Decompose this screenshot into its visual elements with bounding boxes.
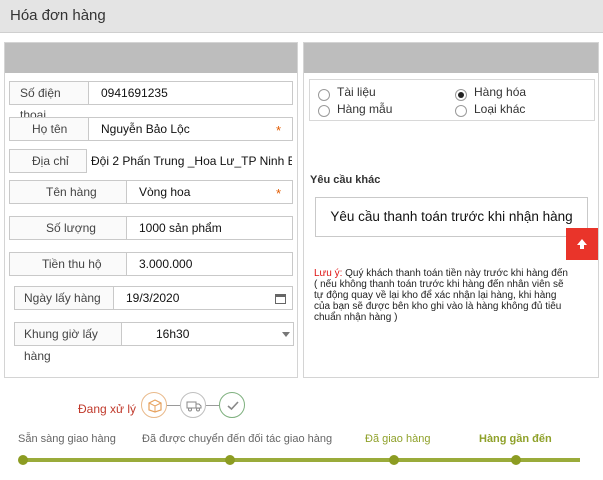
cod-label: Tiền thu hộ: [9, 252, 127, 276]
timeline-label: Sẵn sàng giao hàng: [18, 433, 116, 445]
fullname-field[interactable]: Nguyễn Bảo Lộc: [88, 117, 293, 141]
radio-label-hang-hoa: Hàng hóa: [474, 85, 527, 99]
radio-label-loai-khac: Loại khác: [474, 102, 526, 116]
pickup-date-label: Ngày lấy hàng: [14, 286, 114, 310]
timeline-dot: [225, 455, 235, 465]
phone-label: Số điện thoại: [9, 81, 89, 122]
product-field[interactable]: Vòng hoa: [126, 180, 293, 204]
pickup-time-label: Khung giờ lấy hàng: [14, 322, 122, 363]
pickup-time-select[interactable]: 16h30: [121, 322, 294, 346]
radio-hang-mau[interactable]: [318, 105, 330, 117]
radio-label-tai-lieu: Tài liệu: [337, 85, 376, 99]
other-requests-field[interactable]: Yêu cầu thanh toán trước khi nhận hàng: [315, 197, 588, 237]
chevron-down-icon[interactable]: [282, 332, 290, 337]
status-label: Đang xử lý: [78, 402, 137, 416]
timeline-label-current: Hàng gần đến: [479, 433, 552, 445]
note-prefix: Lưu ý:: [314, 268, 343, 279]
status-connector: [167, 405, 180, 406]
other-requests-label: Yêu cầu khác: [310, 174, 381, 186]
calendar-icon[interactable]: [275, 294, 286, 304]
radio-hang-hoa[interactable]: [455, 89, 467, 101]
radio-loai-khac[interactable]: [455, 105, 467, 117]
product-label: Tên hàng: [9, 180, 127, 204]
scroll-to-top-button[interactable]: [566, 228, 598, 260]
timeline-dot: [389, 455, 399, 465]
phone-field[interactable]: 0941691235: [88, 81, 293, 105]
check-icon: [219, 392, 245, 418]
cod-field[interactable]: 3.000.000: [126, 252, 293, 276]
fullname-required-mark: *: [276, 123, 282, 138]
radio-label-hang-mau: Hàng mẫu: [337, 102, 393, 116]
timeline-dot: [18, 455, 28, 465]
quantity-field[interactable]: 1000 sản phẩm: [126, 216, 293, 240]
product-required-mark: *: [276, 186, 282, 201]
note-text: Quý khách thanh toán tiền này trước khi …: [314, 268, 568, 323]
arrow-up-icon: [577, 239, 587, 249]
order-form-header: [5, 43, 297, 73]
truck-icon: [180, 392, 206, 418]
page-title: Hóa đơn hàng: [10, 7, 106, 24]
timeline-dot-current: [511, 455, 521, 465]
timeline-track: [20, 458, 580, 462]
address-label: Địa chỉ: [9, 149, 87, 173]
radio-tai-lieu[interactable]: [318, 89, 330, 101]
pickup-date-field[interactable]: 19/3/2020: [113, 286, 293, 310]
timeline-label: Đã giao hàng: [365, 433, 431, 445]
fullname-label: Họ tên: [9, 117, 89, 141]
timeline-label: Đã được chuyển đến đối tác giao hàng: [142, 433, 333, 445]
status-connector: [206, 405, 219, 406]
box-icon: [141, 392, 167, 418]
address-field[interactable]: Đội 2 Phấn Trung _Hoa Lư_TP Ninh Bình: [88, 149, 293, 173]
page-header: Hóa đơn hàng: [0, 0, 603, 33]
payment-note: Lưu ý: Quý khách thanh toán tiền này trư…: [314, 268, 568, 323]
package-options-header: [304, 43, 598, 73]
quantity-label: Số lượng: [9, 216, 127, 240]
